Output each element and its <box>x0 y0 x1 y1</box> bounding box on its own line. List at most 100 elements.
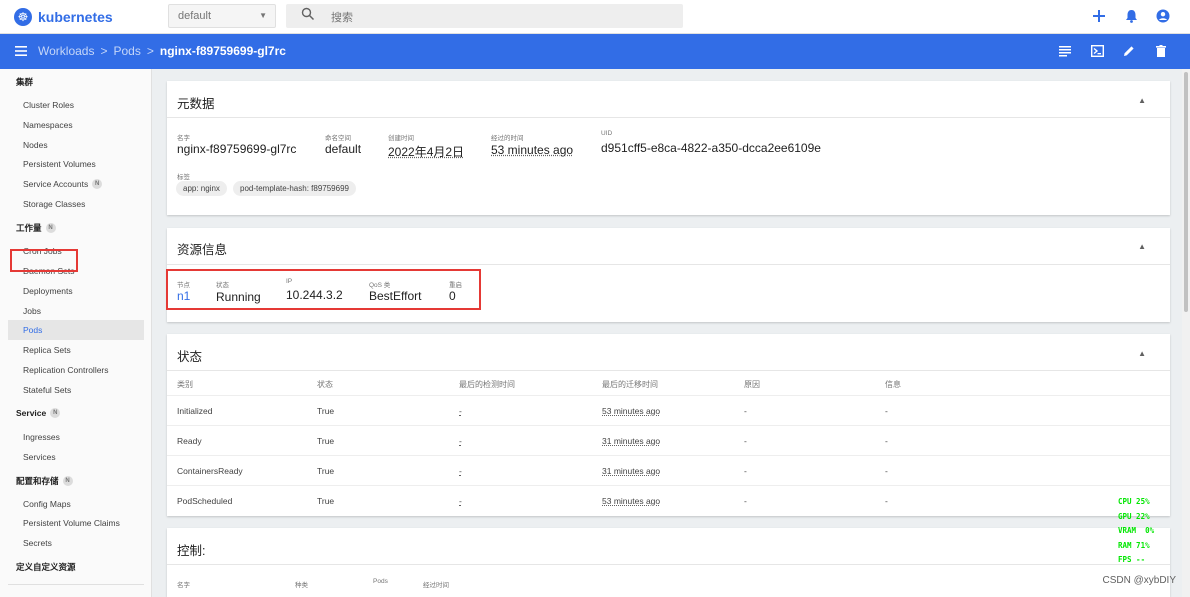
plus-icon[interactable] <box>1090 6 1108 26</box>
sidebar-item-label: Deployments <box>23 286 73 296</box>
table-cell: - <box>885 436 888 446</box>
sidebar-item-label: Secrets <box>23 538 52 548</box>
nav-group-label: Service <box>16 408 47 418</box>
table-cell: 53 minutes ago <box>602 406 661 416</box>
uid-value: d951cff5-e8ca-4822-a350-dcca2ee6109e <box>601 141 821 155</box>
search-input[interactable]: 搜索 <box>286 4 683 28</box>
nav-group-workloads[interactable]: 工作量 N <box>16 222 56 234</box>
column-header-last-transition[interactable]: 最后的迁移时间 <box>602 379 658 390</box>
vram-readout: VRAM 0% <box>1118 526 1155 536</box>
age-label: 经过的时间 <box>491 135 524 142</box>
sidebar-item-persistent-volumes[interactable]: Persistent Volumes <box>23 159 96 169</box>
sidebar-item-label: Stateful Sets <box>23 385 72 395</box>
table-cell: - <box>459 496 462 506</box>
edit-icon[interactable] <box>1122 44 1136 58</box>
pod-namespace: default <box>325 142 362 156</box>
table-cell: 31 minutes ago <box>602 436 661 446</box>
table-cell: Initialized <box>177 406 213 416</box>
controller-pods-label: Pods <box>373 578 388 585</box>
breadcrumb-workloads[interactable]: Workloads <box>38 44 94 58</box>
labels-label: 标签 <box>177 174 190 181</box>
column-header-message[interactable]: 信息 <box>885 379 901 390</box>
collapse-icon[interactable]: ▲ <box>1138 242 1146 251</box>
table-cell: Ready <box>177 436 202 446</box>
card-divider <box>167 117 1170 118</box>
nav-group-config-storage[interactable]: 配置和存储 N <box>16 475 73 487</box>
sidebar-item-replica-sets[interactable]: Replica Sets <box>23 345 71 355</box>
sidebar-item-nodes[interactable]: Nodes <box>23 140 48 150</box>
sidebar-item-service-accounts[interactable]: Service Accounts N <box>23 179 103 189</box>
logs-icon[interactable] <box>1058 44 1072 58</box>
sidebar-item-cluster-roles[interactable]: Cluster Roles <box>23 100 74 110</box>
table-cell: 53 minutes ago <box>602 496 661 506</box>
sidebar-item-secrets[interactable]: Secrets <box>23 538 52 548</box>
sidebar-item-pods[interactable]: Pods <box>23 325 42 335</box>
pods-highlight-frame <box>10 249 78 272</box>
nav-group-custom-resources[interactable]: 定义自定义资源 <box>16 561 76 573</box>
sidebar-item-replication-controllers[interactable]: Replication Controllers <box>23 365 109 375</box>
nav-group-service[interactable]: Service N <box>16 408 61 418</box>
sidebar: 集群 Cluster Roles Namespaces Nodes Persis… <box>0 69 152 597</box>
label-chip: pod-template-hash: f89759699 <box>233 181 356 196</box>
conditions-title: 状态 <box>177 350 203 364</box>
table-cell: - <box>459 466 462 476</box>
column-header-type[interactable]: 类别 <box>177 379 193 390</box>
sidebar-item-label: Cluster Roles <box>23 100 75 110</box>
table-cell: - <box>744 466 747 476</box>
column-header-status[interactable]: 状态 <box>317 379 333 390</box>
sidebar-item-stateful-sets[interactable]: Stateful Sets <box>23 385 71 395</box>
sidebar-item-storage-classes[interactable]: Storage Classes <box>23 199 85 209</box>
nav-group-label: 集群 <box>16 77 34 87</box>
column-header-reason[interactable]: 原因 <box>744 379 760 390</box>
breadcrumb-separator: > <box>100 44 108 58</box>
table-cell: - <box>744 406 747 416</box>
watermark: CSDN @xybDIY <box>1102 575 1177 586</box>
sidebar-item-deployments[interactable]: Deployments <box>23 286 73 296</box>
sidebar-item-namespaces[interactable]: Namespaces <box>23 120 73 130</box>
controller-title: 控制: <box>177 544 206 558</box>
sidebar-item-config-maps[interactable]: Config Maps <box>23 499 71 509</box>
cpu-readout: CPU 25% <box>1118 497 1150 506</box>
conditions-card: 状态 ▲ 类别 状态 最后的检测时间 最后的迁移时间 原因 信息 Initial… <box>167 334 1170 516</box>
fps-readout: FPS -- <box>1118 555 1146 565</box>
sidebar-item-persistent-volume-claims[interactable]: Persistent Volume Claims <box>23 518 120 528</box>
exec-icon[interactable] <box>1090 44 1104 58</box>
table-cell: - <box>885 466 888 476</box>
app-name: kubernetes <box>38 9 113 25</box>
namespaced-badge: N <box>92 179 103 189</box>
namespaced-badge: N <box>45 223 56 233</box>
table-cell: - <box>885 496 888 506</box>
sidebar-item-ingresses[interactable]: Ingresses <box>23 432 60 442</box>
pod-name: nginx-f89759699-gl7rc <box>177 142 297 156</box>
sidebar-item-services[interactable]: Services <box>23 452 56 462</box>
delete-icon[interactable] <box>1154 44 1168 58</box>
table-cell: - <box>459 406 462 416</box>
table-cell: - <box>744 496 747 506</box>
created-value: 2022年4月2日 <box>388 145 465 159</box>
controller-age-label: 经过时间 <box>423 582 449 589</box>
sidebar-item-label: Replication Controllers <box>23 365 109 375</box>
collapse-icon[interactable]: ▲ <box>1138 96 1146 105</box>
menu-icon[interactable] <box>15 45 27 57</box>
bell-icon[interactable] <box>1122 6 1140 26</box>
sidebar-item-label: Ingresses <box>23 432 60 442</box>
name-label: 名字 <box>177 135 190 142</box>
namespace-select[interactable]: default ▼ <box>168 4 276 28</box>
sidebar-item-label: Config Maps <box>23 499 71 509</box>
sidebar-divider <box>8 584 144 585</box>
column-header-last-probe[interactable]: 最后的检测时间 <box>459 379 515 390</box>
table-cell: True <box>317 466 335 476</box>
nav-group-label: 配置和存储 <box>16 476 59 486</box>
row-divider <box>167 455 1170 456</box>
collapse-icon[interactable]: ▲ <box>1138 349 1146 358</box>
scrollbar-thumb[interactable] <box>1184 72 1188 312</box>
resource-info-title: 资源信息 <box>177 243 228 257</box>
account-icon[interactable] <box>1154 6 1172 26</box>
breadcrumb-pods[interactable]: Pods <box>113 44 140 58</box>
nav-group-cluster[interactable]: 集群 <box>16 76 33 88</box>
sidebar-item-jobs[interactable]: Jobs <box>23 306 41 316</box>
table-cell: True <box>317 436 335 446</box>
kubernetes-logo[interactable]: ☸ kubernetes <box>14 7 113 27</box>
top-bar: ☸ kubernetes default ▼ 搜索 <box>0 0 1190 34</box>
breadcrumb: Workloads > Pods > nginx-f89759699-gl7rc <box>38 44 286 58</box>
